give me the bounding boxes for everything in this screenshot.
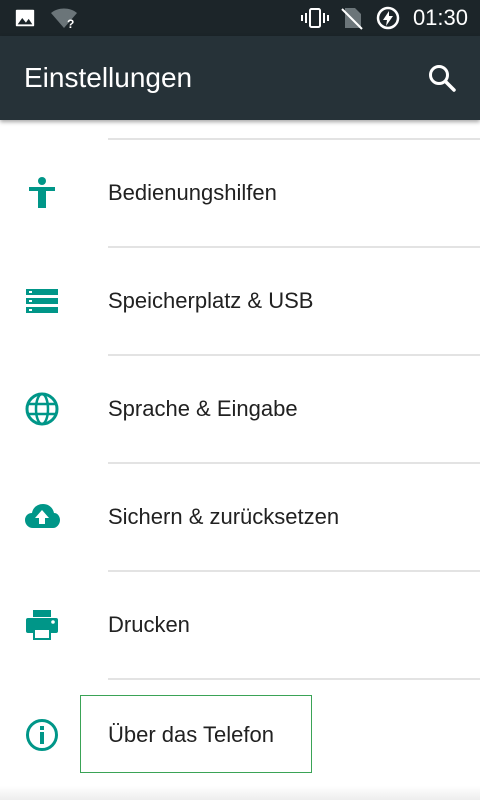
settings-item-label: Drucken	[108, 612, 190, 637]
backup-cloud-icon	[25, 504, 60, 528]
no-sim-icon	[341, 8, 363, 30]
settings-item-accessibility[interactable]: Bedienungshilfen	[0, 140, 480, 246]
svg-text:?: ?	[67, 17, 74, 30]
settings-item-language[interactable]: Sprache & Eingabe	[0, 356, 480, 462]
wifi-unknown-icon: ?	[51, 8, 77, 30]
status-time: 01:30	[412, 5, 468, 30]
search-icon[interactable]	[426, 62, 458, 94]
status-bar: ? 01:30	[0, 0, 480, 36]
status-bar-right: 01:30	[300, 4, 468, 32]
settings-item-label: Bedienungshilfen	[108, 180, 277, 205]
settings-item-label: Sprache & Eingabe	[108, 396, 298, 421]
settings-item-label: Sichern & zurücksetzen	[108, 504, 340, 529]
vibrate-icon	[300, 8, 329, 28]
storage-icon	[26, 289, 58, 313]
settings-item-label: Speicherplatz & USB	[108, 288, 314, 313]
focus-highlight	[80, 695, 312, 773]
app-bar: Einstellungen	[0, 36, 480, 120]
status-bar-left: ?	[14, 6, 78, 30]
language-globe-icon	[25, 392, 59, 426]
settings-item-backup[interactable]: Sichern & zurücksetzen	[0, 464, 480, 570]
info-icon	[26, 719, 58, 751]
list-bottom-edge	[0, 786, 480, 800]
image-icon	[15, 9, 35, 27]
settings-item-storage[interactable]: Speicherplatz & USB	[0, 248, 480, 354]
settings-item-print[interactable]: Drucken	[0, 572, 480, 678]
accessibility-icon	[29, 177, 55, 208]
battery-charging-icon	[376, 6, 400, 30]
list-divider	[108, 678, 480, 680]
page-title: Einstellungen	[24, 62, 193, 93]
printer-icon	[26, 610, 58, 640]
